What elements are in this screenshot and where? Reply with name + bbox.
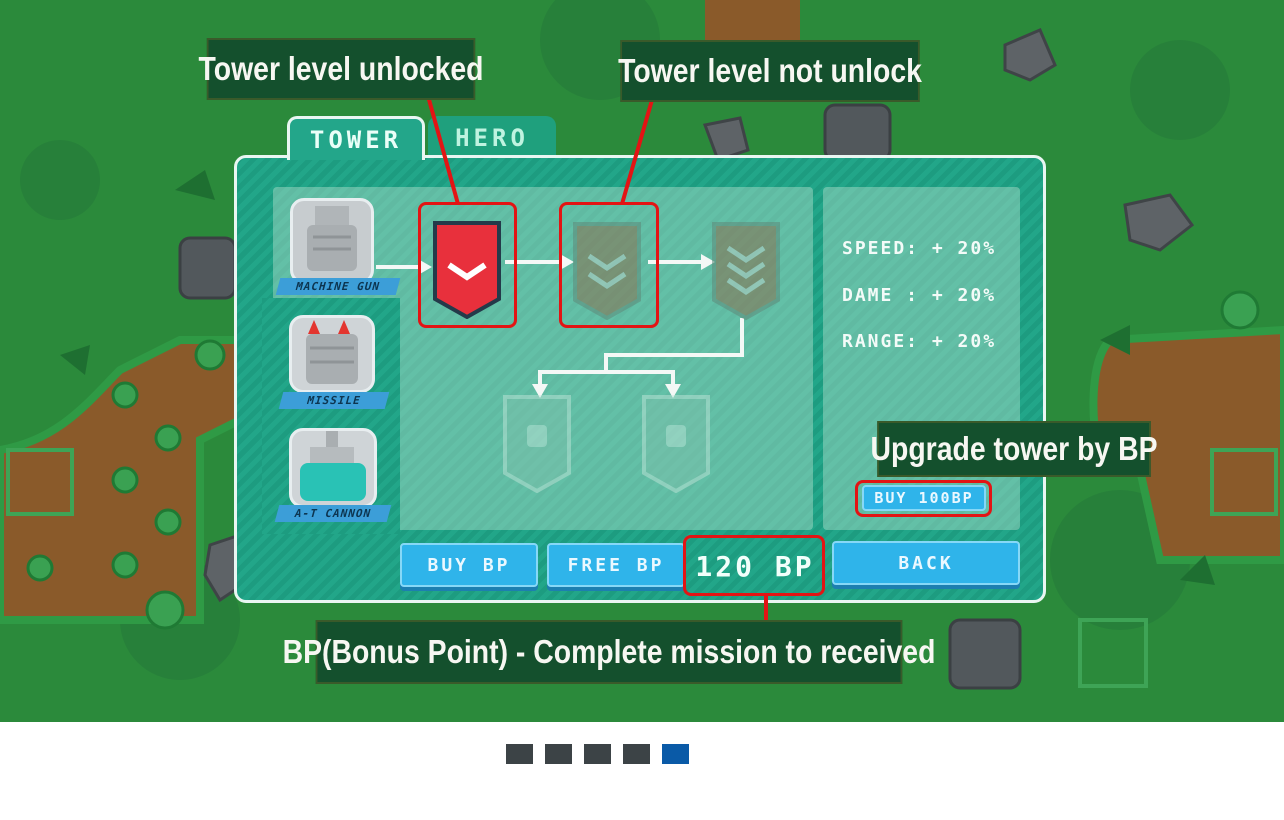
rank-badge-icon[interactable] bbox=[642, 395, 710, 494]
carousel-indicator bbox=[506, 744, 689, 764]
callout-unlocked: Tower level unlocked bbox=[199, 38, 483, 100]
tower-item-missile[interactable]: MISSILE bbox=[278, 312, 397, 409]
carousel-dot[interactable] bbox=[506, 744, 533, 764]
rank-badge-icon[interactable] bbox=[503, 395, 571, 494]
carousel-dot[interactable] bbox=[545, 744, 572, 764]
tab-tower[interactable]: TOWER bbox=[287, 116, 425, 160]
tower-label-at-cannon: A-T CANNON bbox=[274, 505, 392, 522]
callout-upgrade: Upgrade tower by BP bbox=[871, 421, 1158, 477]
machine-gun-tower-icon bbox=[290, 198, 374, 284]
at-cannon-tower-icon bbox=[289, 428, 377, 508]
free-bp-button[interactable]: FREE BP bbox=[547, 543, 685, 587]
carousel-dot[interactable] bbox=[623, 744, 650, 764]
tower-label-machine-gun: MACHINE GUN bbox=[275, 278, 401, 295]
buy-bp-button[interactable]: BUY BP bbox=[400, 543, 538, 587]
stat-speed: SPEED: + 20% bbox=[842, 238, 997, 259]
callout-locked: Tower level not unlock bbox=[618, 40, 922, 102]
highlight-locked-level bbox=[559, 202, 659, 328]
highlight-unlocked-level bbox=[418, 202, 517, 328]
tower-item-machine-gun[interactable]: MACHINE GUN bbox=[275, 198, 401, 298]
tower-label-missile: MISSILE bbox=[278, 392, 390, 409]
stat-damage: DAME : + 20% bbox=[842, 285, 997, 306]
tower-item-at-cannon[interactable]: A-T CANNON bbox=[274, 425, 392, 522]
callout-bp-info: BP(Bonus Point) - Complete mission to re… bbox=[283, 620, 935, 684]
carousel-dot-active[interactable] bbox=[662, 744, 689, 764]
rank-chevron-3-icon[interactable] bbox=[712, 222, 780, 321]
missile-tower-icon bbox=[289, 315, 375, 393]
highlight-buy-button bbox=[855, 480, 992, 517]
highlight-bp-balance bbox=[683, 535, 825, 596]
back-button[interactable]: BACK bbox=[832, 541, 1020, 585]
carousel-dot[interactable] bbox=[584, 744, 611, 764]
stat-range: RANGE: + 20% bbox=[842, 331, 997, 352]
tab-hero[interactable]: HERO bbox=[428, 116, 556, 160]
